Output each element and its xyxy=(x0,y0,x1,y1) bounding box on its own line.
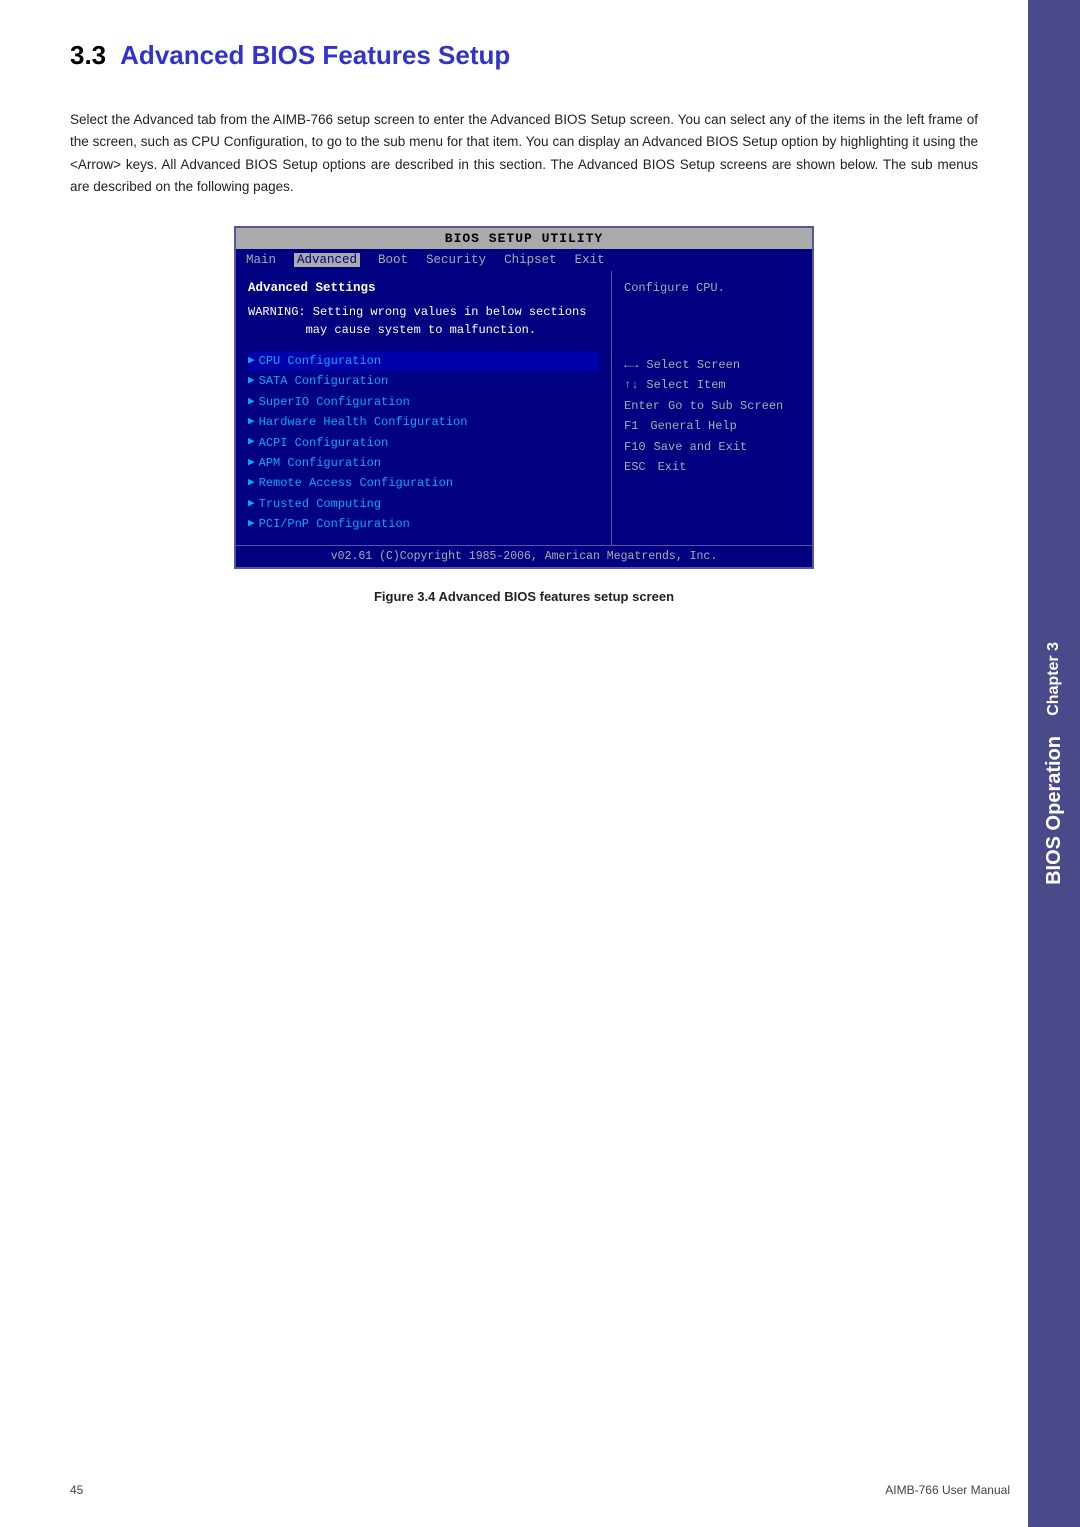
body-text: Select the Advanced tab from the AIMB-76… xyxy=(70,109,978,198)
sidebar-section-label: BIOS Operation xyxy=(1043,736,1066,885)
bios-menu-chipset[interactable]: Chipset xyxy=(504,253,557,267)
bios-configure-text: Configure CPU. xyxy=(624,281,800,295)
page-number: 45 xyxy=(70,1483,83,1497)
figure-caption: Figure 3.4 Advanced BIOS features setup … xyxy=(70,589,978,604)
manual-name: AIMB-766 User Manual xyxy=(885,1483,1010,1497)
bios-title-bar: BIOS SETUP UTILITY xyxy=(236,228,812,249)
bios-entry-superio[interactable]: ▶ SuperIO Configuration xyxy=(248,392,599,412)
general-help-label: General Help xyxy=(650,416,736,436)
bios-help-select-item: ↑↓Select Item xyxy=(624,375,800,395)
bios-menu-boot[interactable]: Boot xyxy=(378,253,408,267)
bios-menu-exit[interactable]: Exit xyxy=(575,253,605,267)
bios-entry-hardware-health[interactable]: ▶ Hardware Health Configuration xyxy=(248,412,599,432)
bios-menu-security[interactable]: Security xyxy=(426,253,486,267)
main-content: 3.3 Advanced BIOS Features Setup Select … xyxy=(0,0,1028,644)
bios-help-select-screen: ←→Select Screen xyxy=(624,355,800,375)
bios-menu-bar: Main Advanced Boot Security Chipset Exit xyxy=(236,249,812,271)
bios-section-title: Advanced Settings xyxy=(248,281,599,295)
bios-entry-pci[interactable]: ▶ PCI/PnP Configuration xyxy=(248,514,599,534)
bios-footer: v02.61 (C)Copyright 1985-2006, American … xyxy=(236,545,812,567)
bios-menu-main[interactable]: Main xyxy=(246,253,276,267)
bios-entry-apm[interactable]: ▶ APM Configuration xyxy=(248,453,599,473)
bios-help-esc: ESCExit xyxy=(624,457,800,477)
bios-warning: WARNING: Setting wrong values in below s… xyxy=(248,303,599,339)
bios-entry-remote-access[interactable]: ▶ Remote Access Configuration xyxy=(248,473,599,493)
section-number: 3.3 xyxy=(70,40,106,71)
exit-label: Exit xyxy=(658,457,687,477)
sidebar-chapter-label: Chapter 3 xyxy=(1045,642,1063,716)
bios-entry-sata[interactable]: ▶ SATA Configuration xyxy=(248,371,599,391)
bios-help-enter: EnterGo to Sub Screen xyxy=(624,396,800,416)
bios-body: Advanced Settings WARNING: Setting wrong… xyxy=(236,271,812,545)
bios-left-panel: Advanced Settings WARNING: Setting wrong… xyxy=(236,271,612,545)
bios-right-panel: Configure CPU. ←→Select Screen ↑↓Select … xyxy=(612,271,812,545)
bios-entry-cpu[interactable]: ▶ CPU Configuration xyxy=(248,351,599,371)
bios-entry-trusted[interactable]: ▶ Trusted Computing xyxy=(248,494,599,514)
section-title: Advanced BIOS Features Setup xyxy=(120,40,510,71)
select-screen-label: Select Screen xyxy=(646,355,740,375)
save-exit-label: Save and Exit xyxy=(654,437,748,457)
bios-screen: BIOS SETUP UTILITY Main Advanced Boot Se… xyxy=(234,226,814,569)
go-to-sub-label: Go to Sub Screen xyxy=(668,396,783,416)
bios-entry-acpi[interactable]: ▶ ACPI Configuration xyxy=(248,433,599,453)
select-item-label: Select Item xyxy=(646,375,725,395)
bios-menu-advanced[interactable]: Advanced xyxy=(294,253,360,267)
sidebar: Chapter 3 BIOS Operation xyxy=(1028,0,1080,1527)
bios-help-f10: F10Save and Exit xyxy=(624,437,800,457)
page-footer: 45 AIMB-766 User Manual xyxy=(70,1483,1010,1497)
bios-help-f1: F1General Help xyxy=(624,416,800,436)
